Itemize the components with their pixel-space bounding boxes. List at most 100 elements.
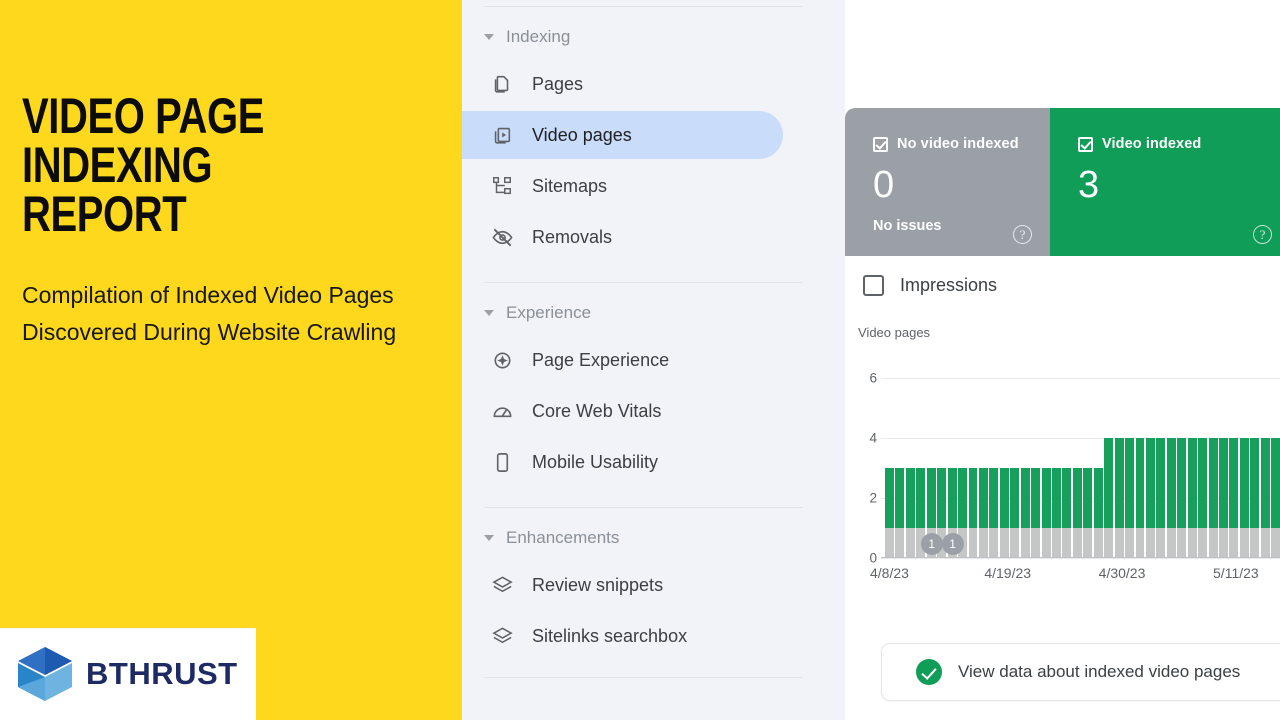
chart-bar[interactable] [1177,378,1187,558]
sidebar-nav: Indexing Pages Video pages Sitemaps Remo… [462,0,845,720]
sidebar-item-removals[interactable]: Removals [462,213,783,261]
chart-y-tick-label: 0 [869,550,877,566]
chart-bar[interactable] [1072,378,1082,558]
chart-bar-segment-video-indexed [905,468,915,528]
chart-x-tick-label: 4/19/23 [984,565,1032,581]
checkbox-checked-icon[interactable] [873,136,888,152]
chart-bar-segment-video-indexed [937,468,947,528]
layers-icon [490,573,514,597]
nav-group-experience[interactable]: Experience [462,293,845,333]
chart-bar[interactable] [1229,378,1239,558]
status-card-no-video-indexed[interactable]: No video indexed 0 No issues ? [845,108,1050,256]
chart-bar-segment-video-indexed [895,468,905,528]
chart-bar[interactable] [1187,378,1197,558]
chart-annotation-badge[interactable]: 1 [941,533,964,555]
chart-bar-segment-video-indexed [926,468,936,528]
help-icon[interactable]: ? [1253,225,1272,244]
sidebar-item-sitemaps[interactable]: Sitemaps [462,162,783,210]
main-content: No video indexed 0 No issues ? Video ind… [845,0,1280,720]
chart-bar-segment-video-indexed [999,468,1009,528]
chart-bar[interactable] [937,378,947,558]
brand-logo: BTHRUST [0,628,256,720]
chart-annotation-badge[interactable]: 1 [920,533,943,555]
chart-bar[interactable] [885,378,894,558]
status-card-title: No video indexed [897,136,1019,152]
chart-bar[interactable] [1031,378,1041,558]
chart-bar-segment-video-indexed [947,468,957,528]
chart-bar[interactable] [958,378,967,558]
sidebar-item-video-pages[interactable]: Video pages [462,111,783,159]
chart-bar[interactable] [1062,378,1072,558]
sidebar-item-label: Removals [532,226,613,247]
nav-group-label: Enhancements [506,528,620,547]
checkbox-checked-icon[interactable] [1078,136,1093,152]
chart-bar[interactable] [916,378,926,558]
brand-name: BTHRUST [86,656,238,691]
chart-bar[interactable] [947,378,957,558]
chart-bar-segment-video-indexed [958,468,967,528]
chart-bar-segment-video-indexed [1083,468,1093,528]
chart-bar[interactable] [1250,378,1260,558]
nav-group-indexing[interactable]: Indexing [462,17,845,57]
chart-bar[interactable] [1219,378,1228,558]
chart-bar[interactable] [1114,378,1124,558]
chart-bar[interactable] [968,378,978,558]
page-experience-icon [490,348,514,372]
chart-bar[interactable] [1135,378,1145,558]
chart-bar[interactable] [978,378,988,558]
chart-bar[interactable] [989,378,999,558]
chart-bar[interactable] [1166,378,1176,558]
status-card-video-indexed[interactable]: Video indexed 3 ? [1050,108,1280,256]
help-icon[interactable]: ? [1013,225,1032,244]
sidebar-item-sitelinks-searchbox[interactable]: Sitelinks searchbox [462,612,783,660]
chart-bar[interactable] [1145,378,1155,558]
sitemaps-icon [490,174,514,198]
chart-bar[interactable] [1239,378,1249,558]
chart-bar[interactable] [1125,378,1134,558]
chart-bar-segment-video-indexed [1187,438,1197,528]
status-card-title: Video indexed [1102,136,1202,152]
promo-panel: VIDEO PAGE INDEXING REPORT Compilation o… [0,0,462,720]
chart-bar[interactable] [1208,378,1218,558]
chart-y-tick-label: 6 [869,370,877,386]
chart-bar-segment-video-indexed [1166,438,1176,528]
chart-bar[interactable] [1041,378,1051,558]
chart-annotations: 11 [885,533,1280,559]
pages-copy-icon [490,72,514,96]
chart-bar[interactable] [999,378,1009,558]
chart-bar-segment-video-indexed [1010,468,1020,528]
sidebar-item-review-snippets[interactable]: Review snippets [462,561,783,609]
view-data-info-card[interactable]: View data about indexed video pages [881,643,1280,701]
screenshot-root: VIDEO PAGE INDEXING REPORT Compilation o… [0,0,1280,720]
chart-bar[interactable] [1198,378,1208,558]
chart-bar-segment-video-indexed [1031,468,1041,528]
sidebar-item-label: Review snippets [532,574,664,595]
chart-bar-segment-video-indexed [989,468,999,528]
chart-bar-segment-video-indexed [1145,438,1155,528]
chart-bar[interactable] [1156,378,1166,558]
chart-bar[interactable] [926,378,936,558]
chart-bar[interactable] [1083,378,1093,558]
sidebar-item-mobile-usability[interactable]: Mobile Usability [462,438,783,486]
status-card-header: No video indexed [873,136,1050,152]
chart-bar[interactable] [1052,378,1061,558]
chart-bar[interactable] [905,378,915,558]
chart-bar[interactable] [1020,378,1030,558]
chart-bar[interactable] [1271,378,1280,558]
sidebar-item-pages[interactable]: Pages [462,60,783,108]
chart-bar[interactable] [1010,378,1020,558]
chart-bar[interactable] [1093,378,1103,558]
chart-bar[interactable] [895,378,905,558]
chart-bar-segment-video-indexed [1260,438,1270,528]
sidebar-item-page-experience[interactable]: Page Experience [462,336,783,384]
nav-group-enhancements[interactable]: Enhancements [462,518,845,558]
chart-bar-segment-video-indexed [1052,468,1061,528]
impressions-legend-toggle[interactable]: Impressions [863,275,997,296]
sidebar-item-label: Sitelinks searchbox [532,625,688,646]
sidebar-item-core-web-vitals[interactable]: Core Web Vitals [462,387,783,435]
page-title-line1: VIDEO PAGE [22,88,264,144]
chart-bar[interactable] [1104,378,1114,558]
sidebar-item-label: Page Experience [532,349,670,370]
chart-bar[interactable] [1260,378,1270,558]
checkbox-unchecked-icon[interactable] [863,275,884,296]
